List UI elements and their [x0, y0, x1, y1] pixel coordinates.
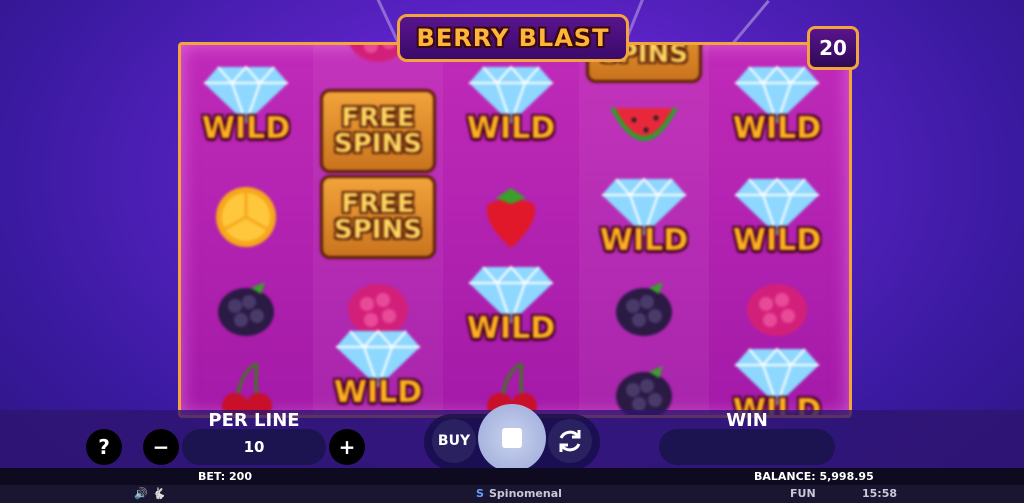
spinomenal-logo-icon: S	[476, 487, 484, 500]
lemon-symbol	[181, 173, 311, 261]
balance-amount: BALANCE: 5,998.95	[754, 470, 874, 483]
wild-symbol: WILD	[712, 345, 842, 415]
strawberry-symbol	[446, 173, 576, 261]
increase-bet-button[interactable]: +	[329, 429, 365, 465]
wild-symbol: WILD	[712, 63, 842, 151]
win-value	[659, 429, 835, 465]
autoplay-button[interactable]	[548, 419, 592, 463]
watermelon-icon	[610, 108, 678, 141]
help-button[interactable]: ?	[86, 429, 122, 465]
strawberry-icon	[486, 188, 536, 248]
refresh-icon	[559, 430, 581, 452]
wild-label: WILD	[466, 111, 556, 146]
blackberry-icon	[616, 282, 672, 336]
reel-2: FREE SPINS FREE SPINS WILD	[313, 45, 443, 415]
cherry-icon	[222, 362, 272, 415]
freespins-symbol: FREESPINS	[313, 87, 443, 175]
freespins-line2: SPINS	[334, 129, 422, 159]
wild-symbol: WILD	[579, 175, 709, 263]
win-label: WIN	[726, 410, 768, 431]
wild-symbol: WILD	[181, 63, 311, 151]
wild-label: WILD	[201, 111, 291, 146]
wild-symbol: WILD	[446, 263, 576, 351]
freespins-symbol: FREESPINS	[313, 173, 443, 261]
blackberry-icon	[218, 282, 274, 336]
decrease-bet-button[interactable]: −	[143, 429, 179, 465]
reel-4: FREESPINS WILD	[579, 45, 709, 415]
sound-icon[interactable]: 🔊	[134, 487, 148, 500]
cherry-symbol	[181, 347, 311, 415]
bet-amount: BET: 200	[198, 470, 252, 483]
stop-icon	[502, 428, 522, 448]
buy-feature-button[interactable]: BUY	[432, 419, 476, 463]
reel-5: WILD WILD WILD	[712, 45, 842, 415]
freespins-line1: FREE	[341, 189, 415, 219]
wild-symbol: WILD	[446, 63, 576, 151]
wild-label: WILD	[732, 111, 822, 146]
stop-spin-button[interactable]	[478, 404, 546, 472]
freespins-line2: SPINS	[334, 215, 422, 245]
per-line-value: 10	[182, 429, 326, 465]
reel-3: WILD WILD	[446, 45, 576, 415]
wild-symbol: WILD	[712, 175, 842, 263]
blackberry-symbol	[579, 347, 709, 415]
raspberry-symbol	[712, 263, 842, 351]
raspberry-icon	[747, 284, 807, 336]
watermelon-symbol	[579, 85, 709, 173]
mode-label: FUN	[790, 487, 816, 500]
lines-count-badge: 20	[807, 26, 859, 70]
blackberry-icon	[616, 366, 672, 415]
wild-label: WILD	[333, 375, 423, 410]
per-line-label: PER LINE	[208, 410, 300, 431]
reels-board: WILD FREE SPINS FREE SPINS WILD WILD WILD …	[178, 42, 852, 418]
freespins-line1: FREE	[341, 103, 415, 133]
blackberry-symbol	[579, 263, 709, 351]
speed-icon[interactable]: 🐇	[152, 487, 166, 500]
status-bar: BET: 200 BALANCE: 5,998.95	[0, 468, 1024, 485]
clock: 15:58	[862, 487, 898, 500]
lemon-icon	[216, 187, 276, 247]
wild-label: WILD	[599, 223, 689, 258]
blackberry-symbol	[181, 263, 311, 351]
wild-label: WILD	[732, 223, 822, 258]
brand-name: Spinomenal	[489, 487, 562, 500]
reel-1: WILD	[181, 45, 311, 415]
game-title: BERRY BLAST	[397, 14, 629, 62]
footer-bar: 🔊 🐇 S Spinomenal FUN 15:58	[0, 485, 1024, 503]
wild-symbol: WILD	[313, 327, 443, 415]
wild-label: WILD	[466, 311, 556, 346]
